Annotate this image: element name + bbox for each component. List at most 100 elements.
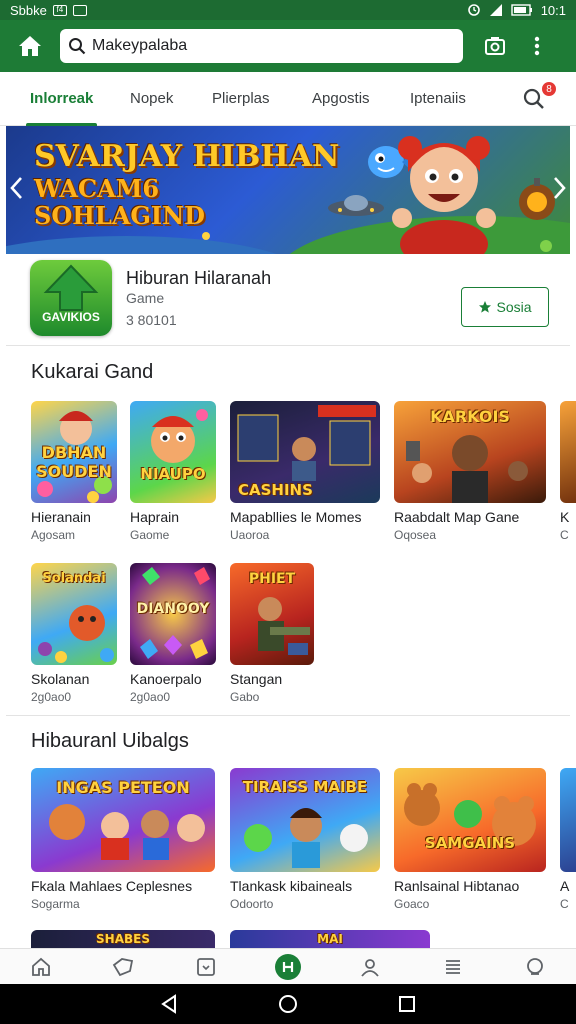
thumbnail-title: INGAS PETEON: [56, 778, 190, 797]
tab-plierplas[interactable]: Plierplas: [212, 72, 270, 126]
app-name: Kanoerpalo: [130, 671, 202, 687]
app-subtitle: Goaco: [394, 897, 430, 911]
status-bar: Sbbke f4 10:1: [0, 0, 576, 20]
app-name: A: [560, 878, 570, 894]
banner-prev-button[interactable]: [6, 176, 26, 204]
nav-account[interactable]: [515, 951, 555, 983]
nav-profile[interactable]: [350, 951, 390, 983]
app-subtitle: Uaoroa: [230, 528, 270, 542]
app-card[interactable]: PHIET Stangan Gabo: [230, 563, 314, 704]
nav-library[interactable]: [433, 951, 473, 983]
section-title: Kukarai Gand: [31, 361, 154, 383]
person-icon: [361, 958, 379, 977]
app-card[interactable]: CASHINS Mapabllies le Momes Uaoroa: [230, 401, 380, 542]
app-name: Haprain: [130, 509, 180, 525]
featured-app[interactable]: GAVIKIOS Hiburan Hilaranah Game 3 80101 …: [6, 254, 570, 346]
app-subtitle: Gaome: [130, 528, 170, 542]
banner-next-button[interactable]: [550, 176, 570, 204]
app-card[interactable]: NIAUPO Haprain Gaome: [130, 401, 216, 542]
featured-app-category: Game: [126, 290, 165, 306]
app-thumbnail: SAMGAINS: [394, 768, 546, 872]
app-card[interactable]: INGAS PETEON Fkala Mahlaes Ceplesnes Sog…: [31, 768, 215, 911]
app-thumbnail: KARKOIS: [394, 401, 546, 503]
apps-box-icon: [196, 957, 215, 976]
home-icon: [19, 36, 41, 56]
app-subtitle: C: [560, 528, 569, 542]
nav-home[interactable]: [21, 951, 61, 983]
app-subtitle: Sogarma: [31, 897, 80, 911]
app-card[interactable]: SAMGAINS Ranlsainal Hibtanao Goaco: [394, 768, 546, 911]
thumbnail-title: KARKOIS: [430, 407, 510, 426]
app-bar: [0, 20, 576, 72]
app-card[interactable]: DIANOOY Kanoerpalo 2g0ao0: [130, 563, 216, 704]
banner-line3: SOHLAGIND: [34, 201, 205, 231]
app-name: Raabdalt Map Gane: [394, 509, 520, 525]
nav-center-logo[interactable]: [268, 951, 308, 983]
more-options-button[interactable]: [519, 28, 555, 64]
animal-characters-art: [404, 783, 536, 846]
section-title: Hibauranl Uibalgs: [31, 730, 189, 752]
camera-button[interactable]: [477, 28, 513, 64]
app-card[interactable]: K C: [560, 401, 576, 542]
thumbnail-title: TIRAISS MAIBE: [242, 778, 368, 796]
signal-icon: [489, 4, 502, 16]
category-tabs: Inlorreak Nopek Plierplas Apgostis Ipten…: [0, 72, 576, 126]
tab-iptenaiis[interactable]: Iptenaiis: [410, 72, 466, 126]
app-thumbnail: DIANOOY: [130, 563, 216, 665]
app-name: Hieranain: [31, 509, 91, 525]
app-card[interactable]: A C: [560, 768, 576, 911]
nav-games[interactable]: [103, 951, 143, 983]
system-navigation-bar: [0, 984, 576, 1024]
featured-icon-label: GAVIKIOS: [42, 310, 100, 324]
app-thumbnail: TIRAISS MAIBE: [230, 768, 380, 872]
bottom-navigation: [0, 948, 576, 984]
featured-action-button[interactable]: Sosia: [461, 287, 549, 327]
tab-apgostis[interactable]: Apgostis: [312, 72, 370, 126]
character-art: [151, 409, 208, 463]
app-card[interactable]: DBHAN SOUDEN Hieranain Agosam: [31, 401, 117, 542]
app-thumbnail-partial[interactable]: SHABES: [31, 930, 215, 948]
app-name: Tlankask kibaineals: [230, 878, 353, 894]
thumbnail-title: SHABES: [96, 932, 150, 946]
app-subtitle: 2g0ao0: [130, 690, 171, 704]
thumbnail-title: PHIET: [248, 571, 296, 587]
app-subtitle: C: [560, 897, 569, 911]
promo-banner[interactable]: SVARJAY HIBHAN WACAM6 SOHLAGIND: [6, 126, 570, 254]
app-name: K: [560, 509, 570, 525]
chevron-right-icon: [554, 177, 566, 199]
notification-badge: 8: [540, 80, 558, 98]
app-subtitle: Agosam: [31, 528, 76, 542]
status-time: 10:1: [540, 2, 566, 18]
more-vert-icon: [534, 36, 540, 56]
home-circle-icon[interactable]: [278, 994, 298, 1014]
featured-app-title: Hiburan Hilaranah: [126, 268, 272, 288]
app-card[interactable]: TIRAISS MAIBE Tlankask kibaineals Odoort…: [230, 768, 380, 911]
tab-search-button[interactable]: 8: [522, 80, 558, 114]
thumbnail-title: MAI: [317, 932, 343, 946]
tab-nopek[interactable]: Nopek: [130, 72, 173, 126]
app-name: Fkala Mahlaes Ceplesnes: [31, 878, 193, 894]
featured-action-label: Sosia: [496, 299, 532, 315]
nav-apps[interactable]: [186, 951, 226, 983]
spaceship-icon: [328, 195, 384, 216]
search-box[interactable]: [60, 29, 463, 63]
app-card[interactable]: Solandai Skolanan 2g0ao0: [31, 563, 117, 704]
app-subtitle: Oqosea: [394, 528, 437, 542]
tab-inlorreak[interactable]: Inlorreak: [25, 72, 98, 126]
app-subtitle: 2g0ao0: [31, 690, 72, 704]
camera-icon: [485, 37, 505, 55]
alarm-icon: [467, 4, 480, 16]
hero-character-icon: [392, 136, 496, 254]
section-divider: [6, 715, 570, 716]
app-card[interactable]: KARKOIS Raabdalt Map Gane Oqosea: [394, 401, 546, 542]
battery-icon: [510, 4, 532, 16]
recents-icon[interactable]: [397, 994, 417, 1014]
back-icon[interactable]: [159, 994, 179, 1014]
app-thumbnail-partial[interactable]: MAI: [230, 930, 430, 948]
star-icon: [479, 301, 492, 313]
app-thumbnail: CASHINS: [230, 401, 380, 503]
search-input[interactable]: [92, 37, 432, 55]
home-button[interactable]: [12, 28, 48, 64]
home-outline-icon: [32, 957, 51, 976]
tag-icon: [113, 957, 134, 976]
